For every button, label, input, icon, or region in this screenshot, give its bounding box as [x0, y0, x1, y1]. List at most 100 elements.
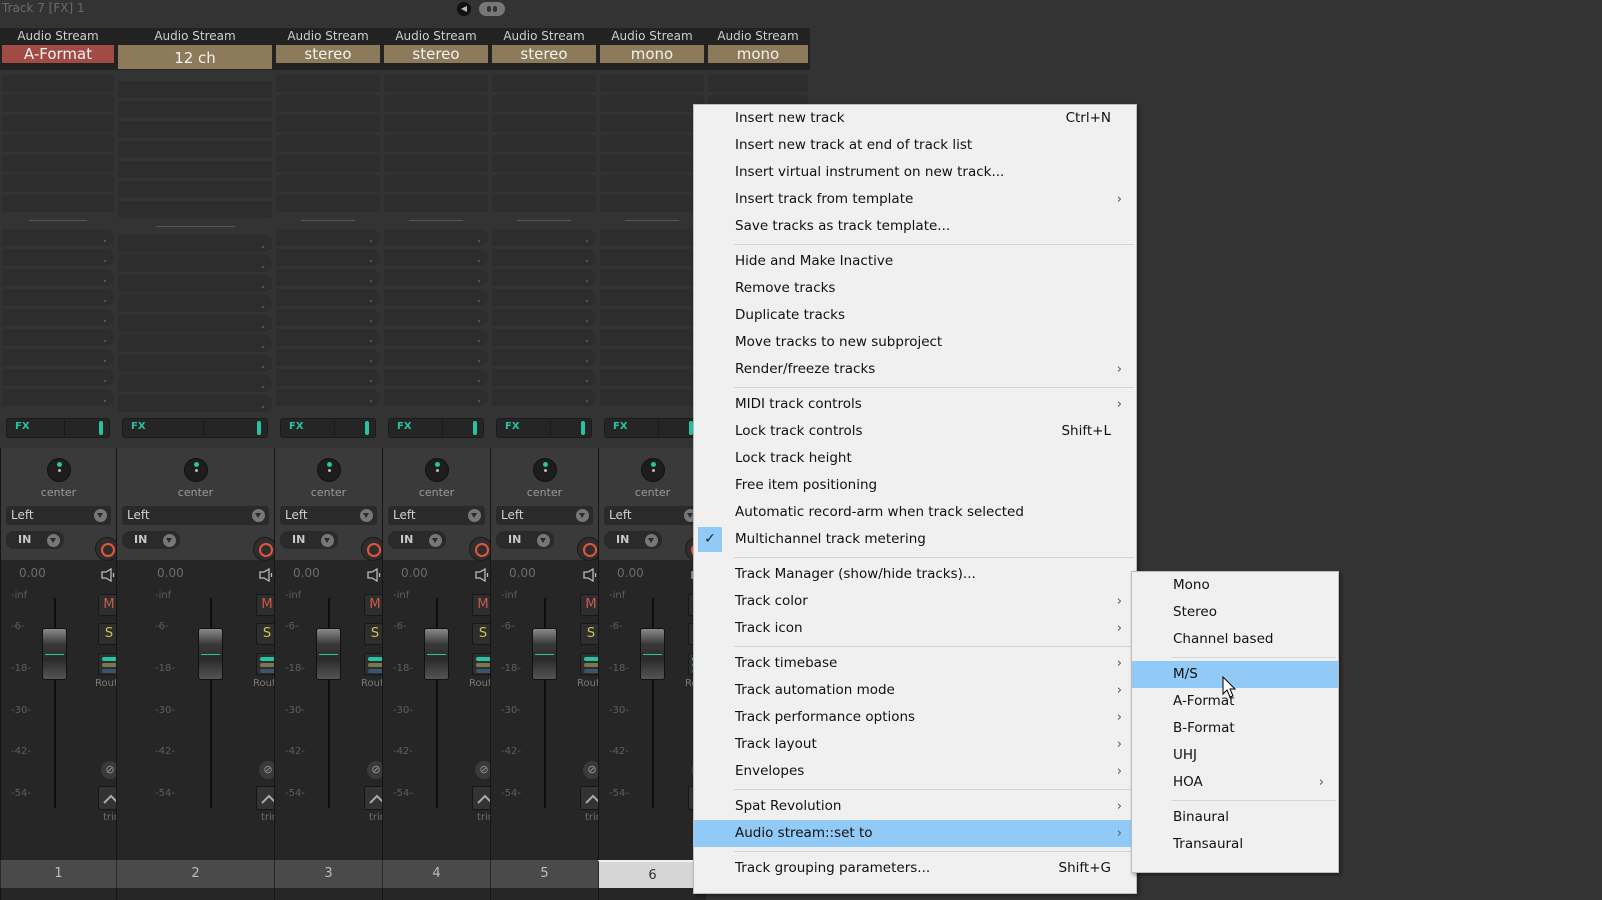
send-slot[interactable]: [492, 309, 596, 326]
menu-item[interactable]: Insert track from template ›: [694, 186, 1136, 213]
menu-item[interactable]: Audio stream::set to ›: [694, 820, 1136, 847]
send-slot[interactable]: [492, 289, 596, 306]
pan-knob[interactable]: [183, 458, 208, 482]
fx-slot[interactable]: [708, 75, 808, 92]
audio-stream-value[interactable]: 12 ch: [118, 45, 272, 69]
send-slot[interactable]: [492, 249, 596, 266]
send-slot[interactable]: [276, 309, 380, 326]
fx-enabled-indicator[interactable]: [257, 421, 261, 435]
channel-select[interactable]: Left: [388, 506, 485, 525]
menu-item[interactable]: Stereo: [1132, 599, 1338, 626]
menu-item[interactable]: Insert virtual instrument on new track..…: [694, 159, 1136, 186]
fx-slot[interactable]: [600, 175, 704, 192]
mixer-track[interactable]: Audio Stream stereo FX center Left IN 0.…: [490, 28, 606, 900]
menu-item[interactable]: Remove tracks: [694, 275, 1136, 302]
fx-slot[interactable]: [384, 155, 488, 172]
menu-item[interactable]: MIDI track controls ›: [694, 391, 1136, 418]
audio-stream-value[interactable]: stereo: [384, 45, 488, 63]
channel-select[interactable]: Left: [496, 506, 593, 525]
fx-slot[interactable]: [118, 181, 272, 198]
send-slot[interactable]: [118, 315, 272, 332]
track-number[interactable]: 4: [382, 860, 490, 888]
send-slot[interactable]: [118, 275, 272, 292]
send-slot[interactable]: [384, 229, 488, 246]
fx-slot[interactable]: [2, 155, 114, 172]
fx-slot[interactable]: [492, 195, 596, 212]
menu-item[interactable]: Track color ›: [694, 588, 1136, 615]
fx-slot[interactable]: [118, 101, 272, 118]
fx-button[interactable]: FX: [604, 418, 700, 438]
send-slot[interactable]: [600, 249, 704, 266]
send-slot[interactable]: [384, 349, 488, 366]
fx-slot[interactable]: [492, 175, 596, 192]
fx-slot[interactable]: [118, 81, 272, 98]
volume-fader[interactable]: [532, 628, 557, 680]
mixer-track[interactable]: Audio Stream mono FX center Left IN 0.00…: [598, 28, 714, 900]
menu-item[interactable]: Track grouping parameters... Shift+G: [694, 855, 1136, 882]
fx-slot[interactable]: [276, 155, 380, 172]
menu-item[interactable]: ✓ Multichannel track metering: [694, 526, 1136, 553]
menu-item[interactable]: Move tracks to new subproject: [694, 329, 1136, 356]
send-slot[interactable]: [492, 329, 596, 346]
send-slot[interactable]: [600, 269, 704, 286]
fx-enabled-indicator[interactable]: [99, 421, 103, 435]
send-slot[interactable]: [384, 269, 488, 286]
send-slot[interactable]: [384, 369, 488, 386]
send-slot[interactable]: [276, 329, 380, 346]
fx-slot[interactable]: [384, 75, 488, 92]
track-number[interactable]: 6: [598, 860, 706, 888]
menu-item[interactable]: Lock track controls Shift+L: [694, 418, 1136, 445]
send-slot[interactable]: [276, 229, 380, 246]
speaker-icon[interactable]: [474, 568, 490, 582]
send-slot[interactable]: [2, 349, 114, 366]
menu-item[interactable]: Mono: [1132, 572, 1338, 599]
send-slot[interactable]: [276, 249, 380, 266]
menu-item[interactable]: Save tracks as track template...: [694, 213, 1136, 240]
fx-slot[interactable]: [118, 141, 272, 158]
pan-knob[interactable]: [316, 458, 341, 482]
pan-knob[interactable]: [46, 458, 71, 482]
send-slot[interactable]: [384, 329, 488, 346]
fx-slot[interactable]: [2, 115, 114, 132]
fx-button[interactable]: FX: [280, 418, 376, 438]
scroll-left-icon[interactable]: ◀: [457, 2, 471, 16]
fx-slot[interactable]: [600, 75, 704, 92]
fx-slot[interactable]: [276, 195, 380, 212]
fx-slot[interactable]: [492, 115, 596, 132]
send-slot[interactable]: [600, 289, 704, 306]
volume-fader[interactable]: [316, 628, 341, 680]
menu-item[interactable]: Track automation mode ›: [694, 677, 1136, 704]
send-slot[interactable]: [276, 369, 380, 386]
fx-slot[interactable]: [276, 115, 380, 132]
menu-item[interactable]: Track Manager (show/hide tracks)...: [694, 561, 1136, 588]
track-number[interactable]: 5: [490, 860, 598, 888]
send-slot[interactable]: [600, 349, 704, 366]
audio-stream-value[interactable]: A-Format: [2, 45, 114, 63]
mixer-track[interactable]: Audio Stream stereo FX center Left IN 0.…: [382, 28, 498, 900]
send-slot[interactable]: [118, 355, 272, 372]
input-select[interactable]: IN: [496, 531, 554, 549]
mixer-track[interactable]: Audio Stream A-Format FX center Left IN …: [0, 28, 124, 900]
menu-item[interactable]: Track performance options ›: [694, 704, 1136, 731]
menu-item[interactable]: Channel based: [1132, 626, 1338, 653]
pan-knob[interactable]: [532, 458, 557, 482]
menu-item[interactable]: Track layout ›: [694, 731, 1136, 758]
fx-slot[interactable]: [492, 75, 596, 92]
fx-slot[interactable]: [2, 175, 114, 192]
send-slot[interactable]: [600, 369, 704, 386]
menu-item[interactable]: Hide and Make Inactive: [694, 248, 1136, 275]
fx-enabled-indicator[interactable]: [473, 421, 477, 435]
send-slot[interactable]: [276, 289, 380, 306]
fx-slot[interactable]: [384, 175, 488, 192]
menu-item[interactable]: B-Format: [1132, 715, 1338, 742]
input-select[interactable]: IN: [6, 531, 64, 549]
fx-slot[interactable]: [276, 175, 380, 192]
fx-slot[interactable]: [492, 95, 596, 112]
send-slot[interactable]: [2, 329, 114, 346]
mixer-track[interactable]: Audio Stream stereo FX center Left IN 0.…: [274, 28, 390, 900]
send-slot[interactable]: [384, 309, 488, 326]
audio-stream-value[interactable]: stereo: [276, 45, 380, 63]
send-slot[interactable]: [118, 255, 272, 272]
fx-button[interactable]: FX: [122, 418, 268, 438]
fx-slot[interactable]: [384, 95, 488, 112]
